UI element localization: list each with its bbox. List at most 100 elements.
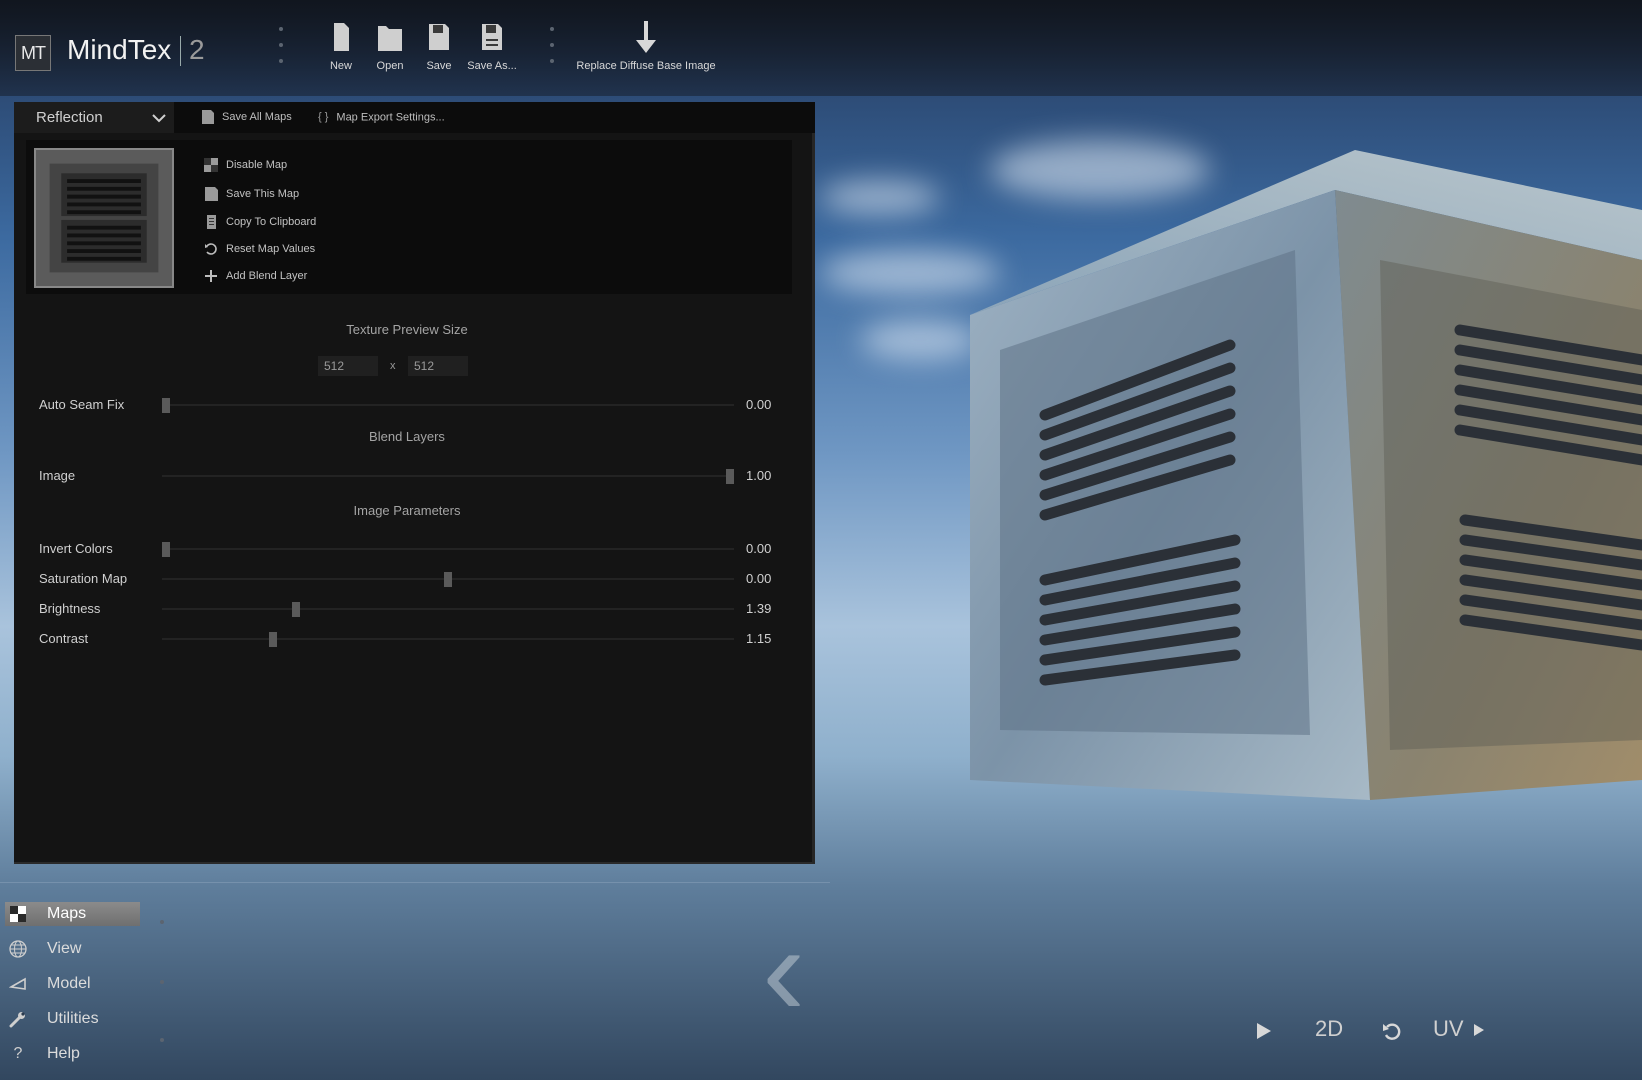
brightness-row: Brightness 1.39 [14,598,800,620]
new-button[interactable]: New [326,20,356,72]
save-as-button[interactable]: Save As... [467,20,517,72]
chevron-down-icon [152,114,166,123]
floppy-icon [429,24,449,50]
nav-dot [160,1038,164,1042]
save-label: Save [426,60,452,72]
image-layer-label: Image [39,468,76,483]
maps-panel: Reflection Save All Maps { } Map Export S… [14,102,815,864]
rotate-icon [205,243,217,255]
braces-icon: { } [318,111,329,123]
replace-diffuse-button[interactable]: Replace Diffuse Base Image [575,20,717,72]
checker-icon [204,158,218,172]
nav-item-view[interactable]: View [5,937,140,961]
image-parameters-heading: Image Parameters [353,503,461,518]
slider-knob[interactable] [162,542,170,557]
folder-icon [378,26,402,51]
preview-height-input[interactable]: 512 [408,356,468,376]
reset-map-values-label: Reset Map Values [226,243,316,255]
add-blend-layer-label: Add Blend Layer [226,270,308,282]
file-icon [334,23,349,51]
saturation-map-value: 0.00 [746,571,772,586]
nav-item-utilities-label: Utilities [47,1010,99,1027]
invert-colors-label: Invert Colors [39,541,113,556]
preview-width-input[interactable]: 512 [318,356,378,376]
invert-colors-value: 0.00 [746,541,772,556]
contrast-value: 1.15 [746,631,772,646]
nav-dot [160,980,164,984]
auto-seam-fix-label: Auto Seam Fix [39,397,125,412]
app-name: MindTex [67,34,172,65]
save-as-label: Save As... [467,60,517,72]
crate-model[interactable] [960,150,1642,830]
checker-icon [10,906,26,922]
copy-to-clipboard-label: Copy To Clipboard [226,216,317,228]
slider-knob[interactable] [291,602,300,617]
disable-map-label: Disable Map [226,159,288,171]
map-type-dropdown[interactable]: Reflection [14,102,174,133]
slider-knob[interactable] [444,572,452,587]
question-icon: ? [13,1045,23,1062]
arrow-down-icon [636,21,656,53]
reset-view-icon[interactable] [1382,1021,1402,1041]
uv-label: UV [1433,1016,1464,1041]
contrast-label: Contrast [39,631,89,646]
floppy-icon [202,110,214,125]
model-icon [9,977,26,990]
brightness-slider[interactable] [162,608,734,610]
brightness-label: Brightness [39,601,101,616]
divider [0,882,830,883]
wrench-icon [9,1012,25,1028]
mode-2d-button[interactable]: 2D [1315,1016,1343,1042]
auto-seam-fix-slider[interactable] [162,404,734,406]
title-divider [180,36,181,66]
map-export-settings-button[interactable]: { } Map Export Settings... [318,102,445,133]
nav-item-maps-label: Maps [47,905,87,922]
floppy-as-icon [482,24,502,50]
nav-item-utilities[interactable]: Utilities [5,1007,140,1031]
nav-item-help-label: Help [47,1045,80,1062]
brightness-value: 1.39 [746,601,772,616]
plus-icon [205,270,217,282]
slider-knob[interactable] [269,632,278,647]
map-type-value: Reflection [36,109,103,126]
save-all-maps-button[interactable]: Save All Maps [202,102,292,133]
clipboard-icon [207,215,216,229]
open-button[interactable]: Open [373,20,407,72]
image-layer-value: 1.00 [746,468,772,483]
panel-header: Reflection Save All Maps { } Map Export S… [14,102,815,133]
toolbar-separator [550,27,554,75]
invert-colors-row: Invert Colors 0.00 [14,538,800,560]
saturation-map-row: Saturation Map 0.00 [14,568,800,590]
slider-knob[interactable] [726,469,734,484]
save-button[interactable]: Save [424,20,454,72]
nav-item-help[interactable]: ? Help [5,1042,140,1066]
collapse-panel-chevron[interactable]: ‹ [762,905,805,1035]
save-this-map-label: Save This Map [226,188,300,200]
auto-seam-fix-row: Auto Seam Fix 0.00 [14,394,800,416]
floppy-icon [205,187,218,201]
toolbar-separator [279,27,283,75]
contrast-row: Contrast 1.15 [14,628,800,650]
play-icon[interactable] [1256,1022,1272,1040]
new-label: New [329,60,352,72]
map-thumbnail [34,148,174,288]
size-separator: x [390,360,396,372]
texture-preview-size-heading: Texture Preview Size [346,322,468,337]
uv-toggle-button[interactable]: UV [1433,1016,1485,1042]
app-logo: MT [15,35,51,71]
blend-layers-heading: Blend Layers [369,429,445,444]
save-all-maps-label: Save All Maps [222,111,292,123]
nav-item-view-label: View [47,940,82,957]
slider-knob[interactable] [162,398,170,413]
nav-item-maps[interactable]: Maps [5,902,140,926]
nav-item-model[interactable]: Model [5,972,140,996]
replace-diffuse-label: Replace Diffuse Base Image [576,60,716,72]
image-layer-row: Image 1.00 [14,465,800,487]
saturation-map-label: Saturation Map [39,571,128,586]
contrast-slider[interactable] [162,638,734,640]
cloud [820,180,940,215]
invert-colors-slider[interactable] [162,548,734,550]
image-layer-slider[interactable] [162,475,734,477]
map-preview-box: Disable Map Save This Map Copy To Clipbo… [26,140,792,294]
app-version: 2 [189,34,205,65]
